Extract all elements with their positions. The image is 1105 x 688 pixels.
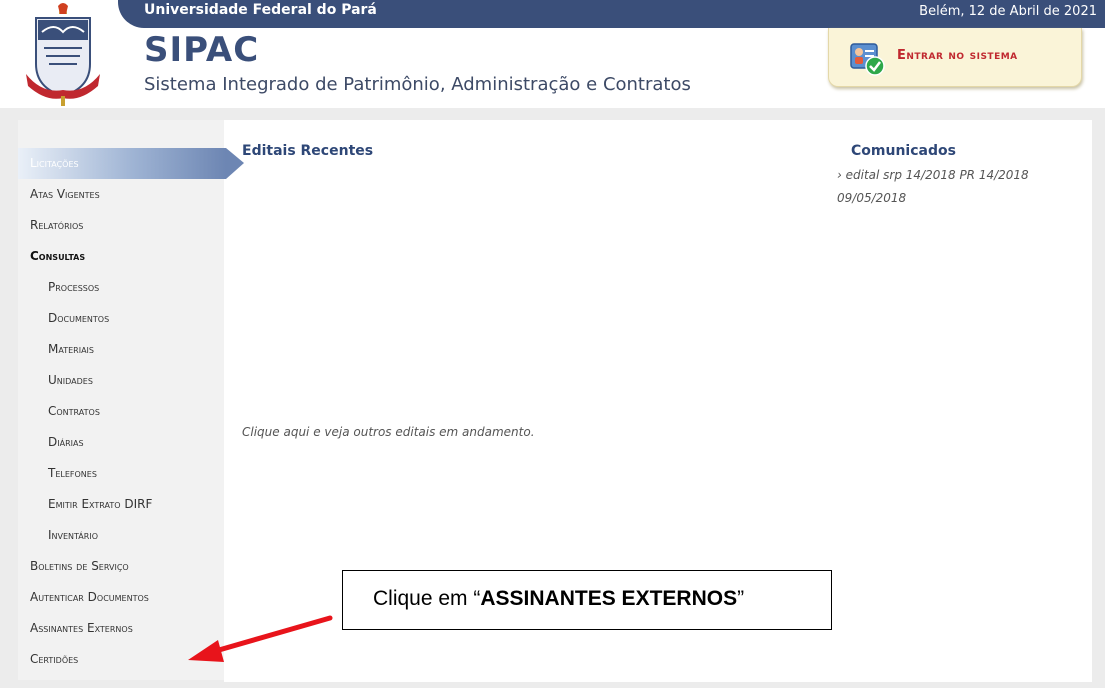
sidebar-item-emitir-extrato-dirf[interactable]: Emitir Extrato DIRF: [18, 489, 258, 520]
callout-suffix: ”: [737, 587, 745, 610]
sidebar-menu: Licitações Atas Vigentes Relatórios Cons…: [18, 148, 258, 675]
login-label: Entrar no sistema: [897, 48, 1018, 63]
callout-emphasis: ASSINANTES EXTERNOS: [480, 587, 738, 610]
sidebar-item-atas-vigentes[interactable]: Atas Vigentes: [18, 179, 258, 210]
sidebar-item-consultas[interactable]: Consultas: [18, 241, 258, 272]
current-date: Belém, 12 de Abril de 2021: [919, 4, 1097, 19]
editais-more-link[interactable]: Clique aqui e veja outros editais em and…: [242, 425, 535, 439]
sidebar-item-diarias[interactable]: Diárias: [18, 427, 258, 458]
sidebar-item-processos[interactable]: Processos: [18, 272, 258, 303]
sidebar-item-autenticar-documentos[interactable]: Autenticar Documentos: [18, 582, 258, 613]
sidebar-item-inventario[interactable]: Inventário: [18, 520, 258, 551]
university-name: Universidade Federal do Pará: [144, 2, 377, 18]
comunicados-heading: Comunicados: [851, 143, 956, 159]
sidebar-item-contratos[interactable]: Contratos: [18, 396, 258, 427]
app-title: SIPAC: [144, 30, 260, 70]
sidebar-item-telefones[interactable]: Telefones: [18, 458, 258, 489]
editais-heading: Editais Recentes: [242, 143, 374, 159]
app-subtitle: Sistema Integrado de Patrimônio, Adminis…: [144, 74, 691, 95]
sidebar-item-certidoes[interactable]: Certidões: [18, 644, 258, 675]
comunicado-date: 09/05/2018: [837, 191, 907, 205]
university-crest-logo: [26, 3, 100, 106]
callout-text: Clique em “ASSINANTES EXTERNOS”: [373, 587, 744, 611]
sidebar-item-assinantes-externos[interactable]: Assinantes Externos: [18, 613, 258, 644]
user-check-icon: [850, 43, 885, 76]
sidebar-item-licitacoes[interactable]: Licitações: [18, 148, 244, 179]
sidebar-item-materiais[interactable]: Materiais: [18, 334, 258, 365]
login-button[interactable]: Entrar no sistema: [828, 28, 1082, 87]
sidebar-item-boletins-de-servico[interactable]: Boletins de Serviço: [18, 551, 258, 582]
header: Belém, 12 de Abril de 2021 Universidade …: [0, 0, 1105, 108]
instruction-callout: Clique em “ASSINANTES EXTERNOS”: [342, 570, 832, 630]
sidebar-item-relatorios[interactable]: Relatórios: [18, 210, 258, 241]
callout-prefix: Clique em “: [373, 587, 481, 610]
sidebar-item-unidades[interactable]: Unidades: [18, 365, 258, 396]
sidebar-item-documentos[interactable]: Documentos: [18, 303, 258, 334]
comunicado-link[interactable]: › edital srp 14/2018 PR 14/2018: [837, 168, 1039, 182]
